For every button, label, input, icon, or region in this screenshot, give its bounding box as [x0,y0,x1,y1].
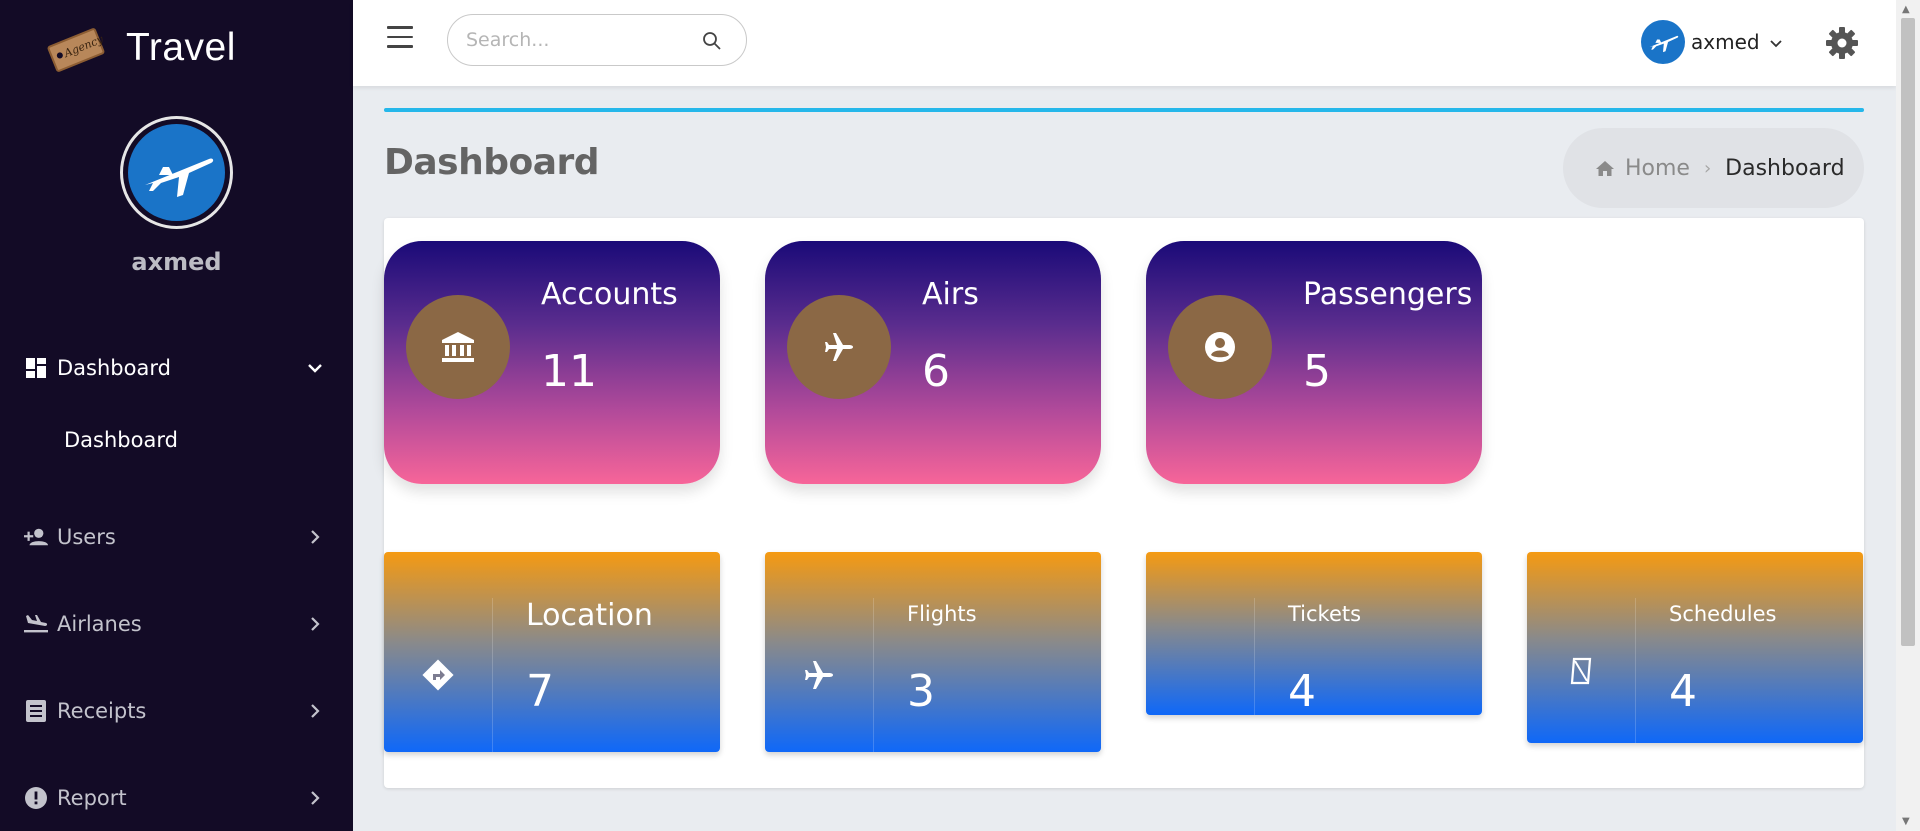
scroll-up-arrow-icon[interactable]: ▲ [1902,4,1910,15]
page-scrollbar[interactable]: ▲ ▼ [1896,0,1920,831]
info-card-location[interactable]: Location 7 [384,552,720,752]
airplane-icon [144,157,213,197]
chevron-down-icon [1769,33,1782,52]
breadcrumb-separator: › [1703,157,1712,179]
sidebar: Agency Travel axmed Dashboard Dashboard … [0,0,353,831]
page-title: Dashboard [384,142,600,183]
info-card-tickets[interactable]: Tickets 4 [1146,552,1482,717]
info-card-value: 4 [1669,666,1697,717]
sidebar-subitem-dashboard[interactable]: Dashboard [64,428,178,452]
search-icon[interactable] [702,31,722,55]
info-card-title: Location [526,598,653,633]
profile-avatar[interactable] [120,116,233,229]
sidebar-item-label: Receipts [57,699,147,723]
bank-icon [442,332,474,362]
stat-card-title: Airs [922,277,979,312]
breadcrumb-current: Dashboard [1725,155,1845,181]
user-circle-icon [1205,332,1235,362]
chevron-right-icon [307,703,323,719]
receipt-icon [24,699,48,723]
stat-card-title: Passengers [1303,277,1473,312]
home-icon [1596,160,1614,176]
icon-circle [406,295,510,399]
accent-divider [384,108,1864,112]
chevron-right-icon [307,529,323,545]
topbar: axmed [353,0,1896,86]
profile-name: axmed [131,248,222,276]
sidebar-item-label: Dashboard [57,356,171,380]
chevron-down-icon [307,360,323,376]
sidebar-item-label: Report [57,786,127,810]
icon-circle [1168,295,1272,399]
airplane-icon [805,661,833,689]
agency-tag-logo: Agency [44,27,106,73]
menu-toggle-icon[interactable] [387,26,415,50]
brand-title: Travel [126,26,236,69]
sidebar-item-label: Airlanes [57,612,142,636]
hourglass-icon [1570,657,1592,684]
stat-card-value: 11 [541,346,597,397]
card-divider [1254,598,1255,715]
info-card-schedules[interactable]: Schedules 4 [1527,552,1863,743]
sidebar-item-receipts[interactable]: Receipts [0,689,353,733]
chevron-right-icon [307,790,323,806]
breadcrumb-home[interactable]: Home [1595,156,1690,181]
airplane-icon [1649,35,1679,53]
icon-circle [787,295,891,399]
search-input[interactable] [466,29,686,51]
card-divider [492,598,493,752]
card-icon-cell [1146,552,1254,715]
user-avatar [1641,20,1685,64]
sidebar-item-dashboard[interactable]: Dashboard [0,346,353,390]
card-divider [1635,598,1636,743]
search-box [447,14,747,66]
user-plus-icon [24,525,48,549]
brand[interactable]: Agency Travel [44,18,236,78]
stat-card-passengers[interactable]: Passengers 5 [1146,241,1482,484]
card-icon-cell [1527,552,1635,743]
info-card-title: Schedules [1669,602,1777,626]
info-card-title: Tickets [1288,602,1362,626]
sidebar-item-users[interactable]: Users [0,515,353,559]
stat-card-airs[interactable]: Airs 6 [765,241,1101,484]
scroll-down-arrow-icon[interactable]: ▼ [1902,816,1910,827]
info-card-flights[interactable]: Flights 3 [765,552,1101,752]
settings-gear-icon[interactable] [1825,26,1859,60]
info-card-value: 7 [526,666,554,717]
alert-circle-icon [24,786,48,810]
flight-land-icon [24,612,48,636]
airplane-icon [825,333,853,361]
sidebar-item-airlanes[interactable]: Airlanes [0,602,353,646]
stat-card-value: 5 [1303,346,1331,397]
stat-card-title: Accounts [541,277,678,312]
breadcrumb: Home › Dashboard [1563,128,1864,208]
stat-card-accounts[interactable]: Accounts 11 [384,241,720,484]
card-icon-cell [384,552,492,752]
info-card-title: Flights [907,602,977,626]
card-divider [873,598,874,752]
chevron-right-icon [307,616,323,632]
info-card-value: 4 [1288,666,1316,717]
scroll-thumb[interactable] [1901,18,1915,646]
card-icon-cell [765,552,873,752]
directions-icon [422,659,454,691]
sidebar-item-label: Users [57,525,116,549]
sidebar-item-report[interactable]: Report [0,776,353,820]
user-name: axmed [1691,30,1760,54]
user-menu[interactable]: axmed [1641,20,1782,64]
info-card-value: 3 [907,666,935,717]
stat-card-value: 6 [922,346,950,397]
dashboard-icon [24,356,48,380]
